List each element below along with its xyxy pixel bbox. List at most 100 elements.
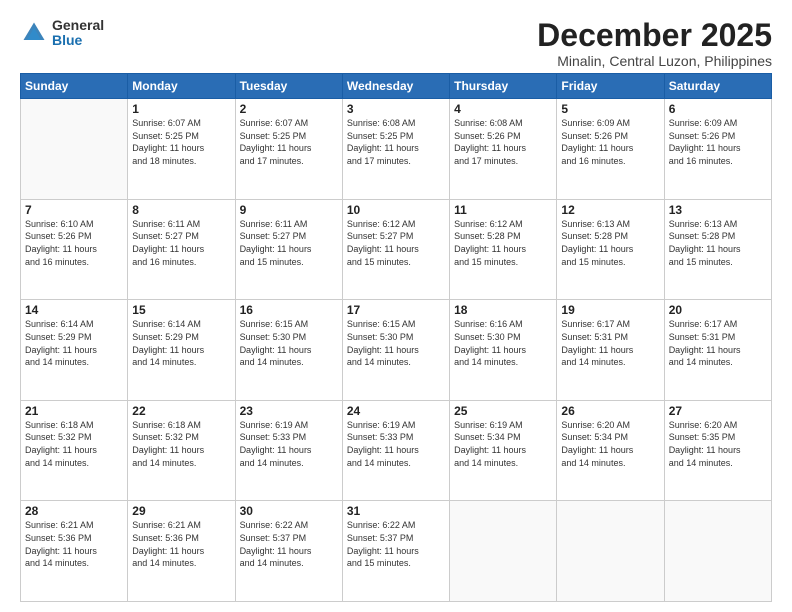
- day-info: Sunrise: 6:20 AM Sunset: 5:34 PM Dayligh…: [561, 419, 659, 469]
- day-info: Sunrise: 6:21 AM Sunset: 5:36 PM Dayligh…: [132, 519, 230, 569]
- table-row: 4Sunrise: 6:08 AM Sunset: 5:26 PM Daylig…: [450, 99, 557, 200]
- day-info: Sunrise: 6:09 AM Sunset: 5:26 PM Dayligh…: [669, 117, 767, 167]
- logo-text: General Blue: [52, 18, 104, 49]
- day-info: Sunrise: 6:22 AM Sunset: 5:37 PM Dayligh…: [240, 519, 338, 569]
- table-row: 9Sunrise: 6:11 AM Sunset: 5:27 PM Daylig…: [235, 199, 342, 300]
- table-row: 31Sunrise: 6:22 AM Sunset: 5:37 PM Dayli…: [342, 501, 449, 602]
- day-info: Sunrise: 6:15 AM Sunset: 5:30 PM Dayligh…: [240, 318, 338, 368]
- day-number: 8: [132, 203, 230, 217]
- day-info: Sunrise: 6:16 AM Sunset: 5:30 PM Dayligh…: [454, 318, 552, 368]
- day-info: Sunrise: 6:12 AM Sunset: 5:28 PM Dayligh…: [454, 218, 552, 268]
- day-number: 9: [240, 203, 338, 217]
- day-number: 22: [132, 404, 230, 418]
- header-tuesday: Tuesday: [235, 74, 342, 99]
- table-row: 20Sunrise: 6:17 AM Sunset: 5:31 PM Dayli…: [664, 300, 771, 401]
- day-number: 15: [132, 303, 230, 317]
- header-friday: Friday: [557, 74, 664, 99]
- table-row: 22Sunrise: 6:18 AM Sunset: 5:32 PM Dayli…: [128, 400, 235, 501]
- subtitle: Minalin, Central Luzon, Philippines: [537, 53, 772, 69]
- calendar-week-row: 28 Sunrise: 6:21 AM Sunset: 5:36 PM Dayli…: [21, 501, 772, 602]
- day-number: 23: [240, 404, 338, 418]
- header-saturday: Saturday: [664, 74, 771, 99]
- day-number: 16: [240, 303, 338, 317]
- day-number: 10: [347, 203, 445, 217]
- day-info: Sunrise: 6:11 AM Sunset: 5:27 PM Dayligh…: [132, 218, 230, 268]
- day-info: Sunrise: 6:17 AM Sunset: 5:31 PM Dayligh…: [561, 318, 659, 368]
- table-row: 16Sunrise: 6:15 AM Sunset: 5:30 PM Dayli…: [235, 300, 342, 401]
- day-number: 7: [25, 203, 123, 217]
- calendar-table: Sunday Monday Tuesday Wednesday Thursday…: [20, 73, 772, 602]
- day-number: 3: [347, 102, 445, 116]
- day-number: 29: [132, 504, 230, 518]
- day-number: 6: [669, 102, 767, 116]
- page: General Blue December 2025 Minalin, Cent…: [0, 0, 792, 612]
- day-number: 17: [347, 303, 445, 317]
- table-row: [557, 501, 664, 602]
- header: General Blue December 2025 Minalin, Cent…: [20, 18, 772, 69]
- table-row: 25Sunrise: 6:19 AM Sunset: 5:34 PM Dayli…: [450, 400, 557, 501]
- table-row: 28Sunrise: 6:21 AM Sunset: 5:36 PM Dayli…: [21, 501, 128, 602]
- day-info: Sunrise: 6:07 AM Sunset: 5:25 PM Dayligh…: [132, 117, 230, 167]
- day-info: Sunrise: 6:08 AM Sunset: 5:25 PM Dayligh…: [347, 117, 445, 167]
- day-info: Sunrise: 6:17 AM Sunset: 5:31 PM Dayligh…: [669, 318, 767, 368]
- table-row: [450, 501, 557, 602]
- day-info: Sunrise: 6:19 AM Sunset: 5:33 PM Dayligh…: [240, 419, 338, 469]
- calendar-week-row: 1Sunrise: 6:07 AM Sunset: 5:25 PM Daylig…: [21, 99, 772, 200]
- table-row: 8Sunrise: 6:11 AM Sunset: 5:27 PM Daylig…: [128, 199, 235, 300]
- day-number: 21: [25, 404, 123, 418]
- table-row: [21, 99, 128, 200]
- logo-blue-text: Blue: [52, 33, 104, 48]
- table-row: 27Sunrise: 6:20 AM Sunset: 5:35 PM Dayli…: [664, 400, 771, 501]
- day-number: 25: [454, 404, 552, 418]
- logo-general-text: General: [52, 18, 104, 33]
- header-wednesday: Wednesday: [342, 74, 449, 99]
- calendar-week-row: 21Sunrise: 6:18 AM Sunset: 5:32 PM Dayli…: [21, 400, 772, 501]
- table-row: 13Sunrise: 6:13 AM Sunset: 5:28 PM Dayli…: [664, 199, 771, 300]
- day-info: Sunrise: 6:10 AM Sunset: 5:26 PM Dayligh…: [25, 218, 123, 268]
- header-thursday: Thursday: [450, 74, 557, 99]
- day-info: Sunrise: 6:13 AM Sunset: 5:28 PM Dayligh…: [669, 218, 767, 268]
- table-row: 10Sunrise: 6:12 AM Sunset: 5:27 PM Dayli…: [342, 199, 449, 300]
- table-row: 5Sunrise: 6:09 AM Sunset: 5:26 PM Daylig…: [557, 99, 664, 200]
- day-number: 5: [561, 102, 659, 116]
- day-number: 27: [669, 404, 767, 418]
- day-number: 1: [132, 102, 230, 116]
- title-block: December 2025 Minalin, Central Luzon, Ph…: [537, 18, 772, 69]
- table-row: 21Sunrise: 6:18 AM Sunset: 5:32 PM Dayli…: [21, 400, 128, 501]
- day-number: 13: [669, 203, 767, 217]
- calendar-week-row: 14Sunrise: 6:14 AM Sunset: 5:29 PM Dayli…: [21, 300, 772, 401]
- table-row: [664, 501, 771, 602]
- table-row: 11Sunrise: 6:12 AM Sunset: 5:28 PM Dayli…: [450, 199, 557, 300]
- table-row: 7Sunrise: 6:10 AM Sunset: 5:26 PM Daylig…: [21, 199, 128, 300]
- day-info: Sunrise: 6:09 AM Sunset: 5:26 PM Dayligh…: [561, 117, 659, 167]
- table-row: 3Sunrise: 6:08 AM Sunset: 5:25 PM Daylig…: [342, 99, 449, 200]
- day-number: 4: [454, 102, 552, 116]
- day-number: 24: [347, 404, 445, 418]
- day-number: 12: [561, 203, 659, 217]
- day-info: Sunrise: 6:22 AM Sunset: 5:37 PM Dayligh…: [347, 519, 445, 569]
- day-number: 28: [25, 504, 123, 518]
- logo: General Blue: [20, 18, 104, 49]
- day-number: 11: [454, 203, 552, 217]
- day-number: 19: [561, 303, 659, 317]
- table-row: 30Sunrise: 6:22 AM Sunset: 5:37 PM Dayli…: [235, 501, 342, 602]
- calendar-week-row: 7Sunrise: 6:10 AM Sunset: 5:26 PM Daylig…: [21, 199, 772, 300]
- day-info: Sunrise: 6:19 AM Sunset: 5:33 PM Dayligh…: [347, 419, 445, 469]
- table-row: 1Sunrise: 6:07 AM Sunset: 5:25 PM Daylig…: [128, 99, 235, 200]
- logo-icon: [20, 19, 48, 47]
- day-info: Sunrise: 6:15 AM Sunset: 5:30 PM Dayligh…: [347, 318, 445, 368]
- table-row: 19Sunrise: 6:17 AM Sunset: 5:31 PM Dayli…: [557, 300, 664, 401]
- table-row: 14Sunrise: 6:14 AM Sunset: 5:29 PM Dayli…: [21, 300, 128, 401]
- day-info: Sunrise: 6:14 AM Sunset: 5:29 PM Dayligh…: [132, 318, 230, 368]
- day-info: Sunrise: 6:11 AM Sunset: 5:27 PM Dayligh…: [240, 218, 338, 268]
- day-number: 30: [240, 504, 338, 518]
- table-row: 15Sunrise: 6:14 AM Sunset: 5:29 PM Dayli…: [128, 300, 235, 401]
- table-row: 24Sunrise: 6:19 AM Sunset: 5:33 PM Dayli…: [342, 400, 449, 501]
- table-row: 26Sunrise: 6:20 AM Sunset: 5:34 PM Dayli…: [557, 400, 664, 501]
- day-number: 31: [347, 504, 445, 518]
- day-info: Sunrise: 6:13 AM Sunset: 5:28 PM Dayligh…: [561, 218, 659, 268]
- day-info: Sunrise: 6:14 AM Sunset: 5:29 PM Dayligh…: [25, 318, 123, 368]
- table-row: 18Sunrise: 6:16 AM Sunset: 5:30 PM Dayli…: [450, 300, 557, 401]
- day-number: 14: [25, 303, 123, 317]
- day-info: Sunrise: 6:20 AM Sunset: 5:35 PM Dayligh…: [669, 419, 767, 469]
